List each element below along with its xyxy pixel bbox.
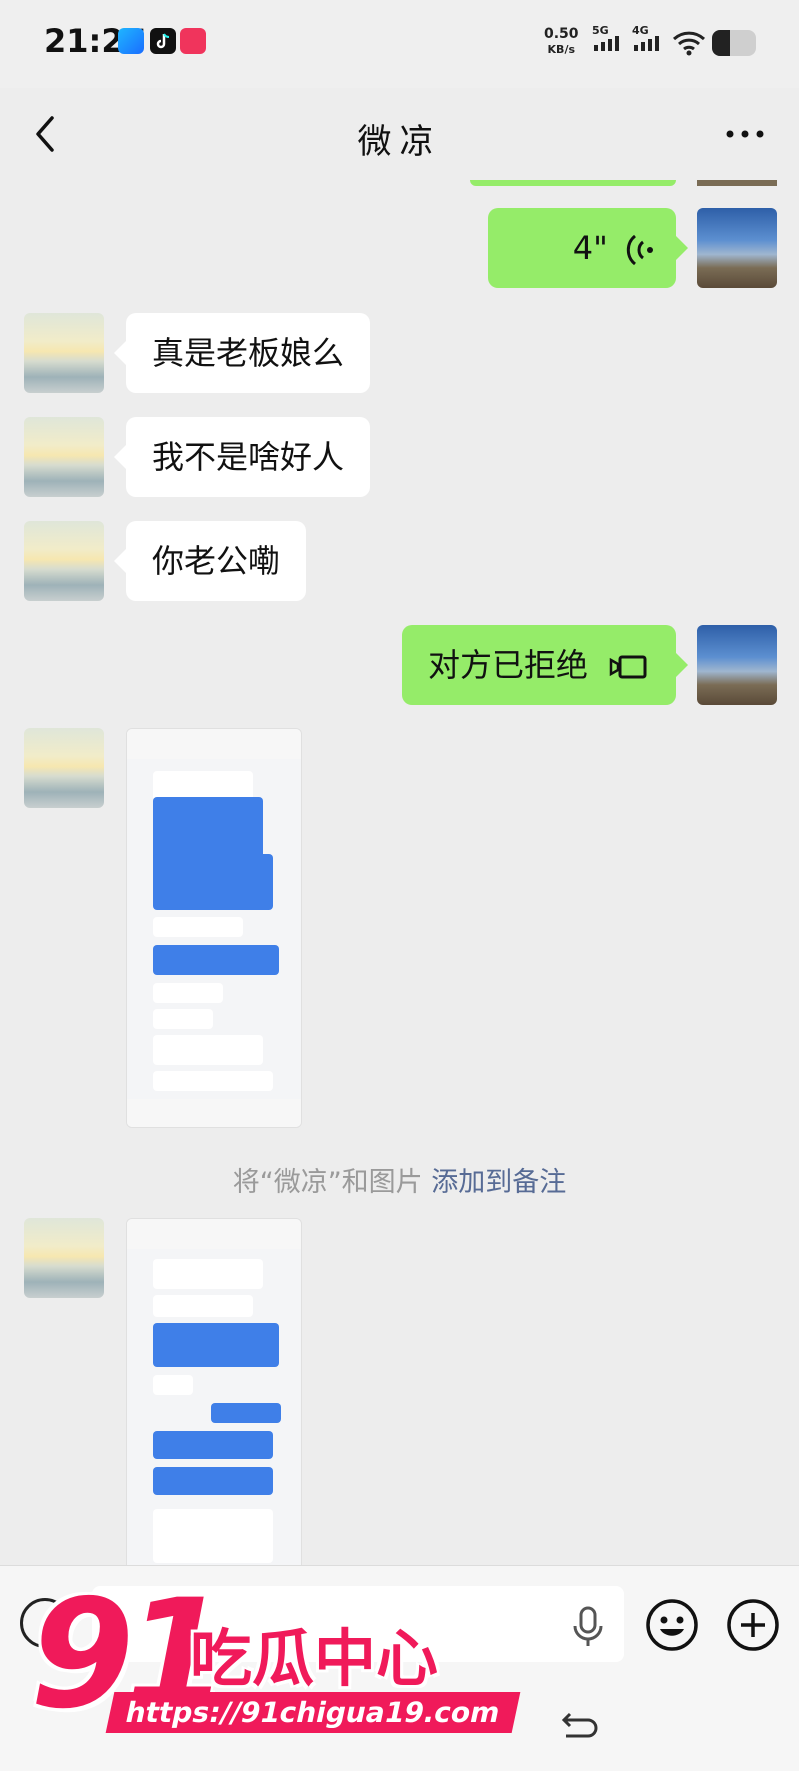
self-avatar[interactable] (697, 208, 777, 288)
thumb-bubble (153, 1509, 273, 1563)
thumb-bubble (153, 917, 243, 937)
network-speed: 0.50 KB/s (544, 26, 579, 56)
wifi-icon (672, 31, 706, 56)
thumb-bubble (153, 1071, 273, 1091)
watermark-name: 吃瓜中心 (190, 1622, 439, 1695)
chat-title: 微凉 (357, 122, 442, 162)
watermark-url: https://91chigua19.com (105, 1692, 520, 1733)
image-message[interactable] (126, 728, 302, 1128)
text-message-bubble[interactable]: 我不是啥好人 (113, 417, 371, 497)
blue-app-icon (118, 28, 144, 54)
status-bar: 21:27 0.50 KB/s 5G 4G (0, 0, 799, 88)
voice-message-bubble[interactable]: 4" (488, 208, 688, 288)
image-thumb-header (127, 729, 301, 759)
red-app-icon (180, 28, 206, 54)
text-message-bubble[interactable]: 你老公嘞 (113, 521, 307, 601)
thumb-bubble (153, 1467, 273, 1495)
video-call-icon (609, 655, 647, 679)
call-status-text: 对方已拒绝 (428, 646, 589, 684)
signal-4g-icon (634, 36, 659, 51)
thumb-bubble (153, 1009, 213, 1029)
add-to-remark-link[interactable]: 添加到备注 (431, 1167, 566, 1198)
battery-icon (712, 30, 756, 56)
signal-5g-icon (594, 36, 619, 51)
thumb-bubble (153, 854, 273, 910)
contact-avatar[interactable] (24, 313, 104, 393)
site-watermark: 91 吃瓜中心 https://91chigua19.com (20, 1580, 520, 1750)
thumb-bubble (153, 1295, 253, 1317)
thumb-bubble (153, 1323, 279, 1367)
plus-icon[interactable] (726, 1598, 780, 1652)
chat-screen: 21:27 0.50 KB/s 5G 4G 微凉 4" 真是老板娘么 我不是啥好… (0, 0, 799, 1771)
emoji-icon[interactable] (645, 1598, 699, 1652)
thumb-bubble (153, 1375, 193, 1395)
voice-wave-icon (626, 234, 653, 266)
voice-duration: 4" (572, 229, 608, 267)
self-avatar[interactable] (697, 625, 777, 705)
image-message[interactable] (126, 1218, 302, 1565)
nav-back-icon[interactable] (558, 1706, 600, 1746)
partial-avatar (697, 180, 777, 186)
image-thumb-header (127, 1219, 301, 1249)
contact-avatar[interactable] (24, 728, 104, 808)
thumb-bubble (211, 1403, 281, 1423)
contact-avatar[interactable] (24, 417, 104, 497)
thumb-bubble (153, 1259, 263, 1289)
chat-header: 微凉 (0, 88, 799, 180)
tiktok-icon (150, 28, 176, 54)
image-thumb-input (127, 1099, 301, 1127)
partial-message (470, 180, 676, 186)
call-message-bubble[interactable]: 对方已拒绝 (402, 625, 688, 705)
contact-avatar[interactable] (24, 521, 104, 601)
more-dots-icon[interactable] (720, 112, 770, 156)
thumb-bubble (153, 983, 223, 1003)
system-note-text: 将“微凉”和图片 (232, 1167, 423, 1198)
thumb-bubble (153, 1431, 273, 1459)
contact-avatar[interactable] (24, 1218, 104, 1298)
microphone-icon[interactable] (568, 1604, 608, 1648)
system-note: 将“微凉”和图片 添加到备注 (0, 1160, 799, 1199)
thumb-bubble (153, 1035, 263, 1065)
text-message-bubble[interactable]: 真是老板娘么 (113, 313, 371, 393)
thumb-bubble (153, 945, 279, 975)
